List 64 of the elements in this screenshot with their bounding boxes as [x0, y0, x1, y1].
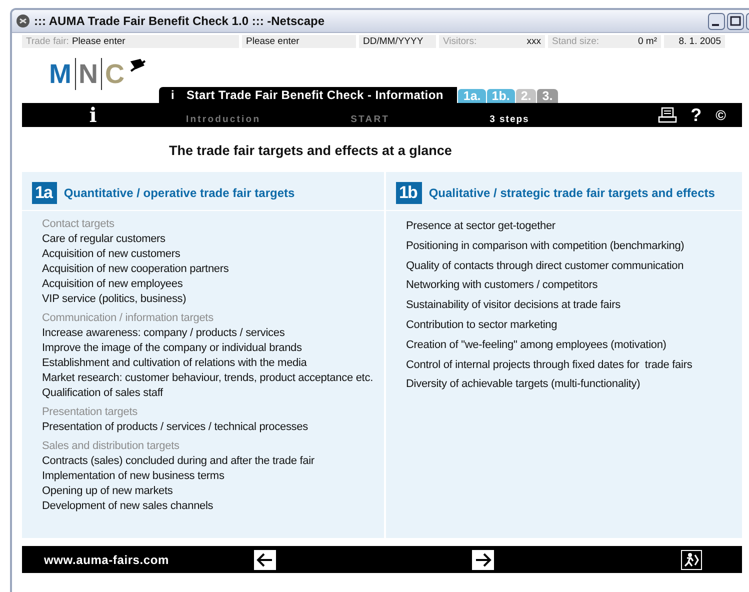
- group-heading: Contact targets: [42, 217, 116, 232]
- target-item: Presentation of products / services / technical processes: [42, 420, 309, 435]
- window-title: ::: AUMA Trade Fair Benefit Check 1.0 ::: -Netscape: [34, 14, 326, 28]
- target-item: Networking with customers / competitors: [406, 278, 599, 294]
- header-tab-title: Start Trade Fair Benefit Check - Information: [186, 88, 444, 102]
- target-item: Market research: customer behaviour, trends, product acceptance etc.: [42, 371, 374, 386]
- step-badge: 1b: [396, 182, 422, 204]
- field-label: Stand size:: [552, 36, 599, 47]
- target-item: Diversity of achievable targets (multi-functionality): [406, 377, 642, 392]
- logo-letter: M: [48, 58, 72, 90]
- panel-title: Qualitative / strategic trade fair targets and effects: [428, 186, 715, 200]
- field-value: 0 m²: [638, 36, 657, 47]
- group-heading: Sales and distribution targets: [42, 439, 180, 454]
- target-item: VIP service (politics, business): [42, 292, 188, 307]
- field-label: Trade fair:: [26, 36, 69, 47]
- target-item: Acquisition of new cooperation partners: [42, 262, 230, 277]
- field-value: Please enter: [246, 36, 300, 47]
- target-item: Sustainability of visitor decisions at trade fairs: [406, 298, 622, 314]
- field-value: xxx: [526, 36, 541, 47]
- panel-title: Quantitative / operative trade fair targets: [64, 186, 295, 200]
- nav-item[interactable]: START: [350, 106, 390, 124]
- nav-item[interactable]: 3 steps: [490, 106, 530, 124]
- target-item: Implementation of new business terms: [42, 469, 226, 484]
- back-arrow-button[interactable]: [254, 550, 276, 570]
- target-item: Care of regular customers: [42, 232, 166, 247]
- browser-logo-icon: [16, 14, 30, 28]
- target-item: Contribution to sector marketing: [406, 318, 558, 333]
- target-item: Positioning in comparison with competition (benchmarking): [406, 238, 686, 254]
- field-label: Visitors:: [443, 36, 477, 47]
- nav-item[interactable]: Introduction: [186, 106, 261, 124]
- target-item: Opening up of new markets: [42, 484, 174, 499]
- target-item: Acquisition of new employees: [42, 277, 184, 292]
- toolbar-glyph-button[interactable]: ©: [716, 107, 726, 123]
- logo-letter: N: [74, 58, 101, 90]
- forward-arrow-button[interactable]: [472, 550, 494, 570]
- target-item: Creation of "we-feeling" among employees (motivation): [406, 338, 668, 353]
- target-item: Quality of contacts through direct customer communication: [406, 258, 685, 274]
- target-item: Development of new sales channels: [42, 499, 214, 514]
- group-heading: Presentation targets: [42, 405, 138, 420]
- step-tab[interactable]: 3.: [537, 89, 558, 103]
- target-item: Qualification of sales staff: [42, 386, 164, 401]
- minimize-button[interactable]: [708, 12, 725, 30]
- logo-letter: C: [101, 58, 128, 90]
- target-item: Increase awareness: company / products / services: [42, 326, 286, 341]
- logo-mark-icon: [128, 58, 146, 73]
- field-value: Please enter: [72, 36, 126, 47]
- target-item: Acquisition of new customers: [42, 247, 182, 262]
- printer-icon[interactable]: [658, 107, 677, 123]
- page-heading: The trade fair targets and effects at a glance: [169, 143, 452, 160]
- info-button[interactable]: i: [22, 103, 164, 127]
- target-item: Improve the image of the company or individual brands: [42, 341, 303, 356]
- target-item: Presence at sector get-together: [406, 219, 556, 234]
- target-item: Control of internal projects through fixed dates for trade fairs: [406, 358, 694, 373]
- info-glyph: i: [171, 88, 175, 102]
- exit-button[interactable]: [681, 550, 702, 570]
- toolbar-glyph-button[interactable]: ?: [690, 104, 702, 126]
- field-value: 8. 1. 2005: [678, 36, 721, 47]
- website-link[interactable]: www.auma-fairs.com: [44, 552, 254, 566]
- target-item: Contracts (sales) concluded during and after the trade fair: [42, 454, 316, 469]
- maximize-button[interactable]: [727, 12, 744, 30]
- field-value: DD/MM/YYYY: [363, 36, 424, 47]
- group-heading: Communication / information targets: [42, 311, 214, 326]
- target-item: Establishment and cultivation of relations with the media: [42, 356, 308, 371]
- step-badge: 1a: [32, 182, 57, 204]
